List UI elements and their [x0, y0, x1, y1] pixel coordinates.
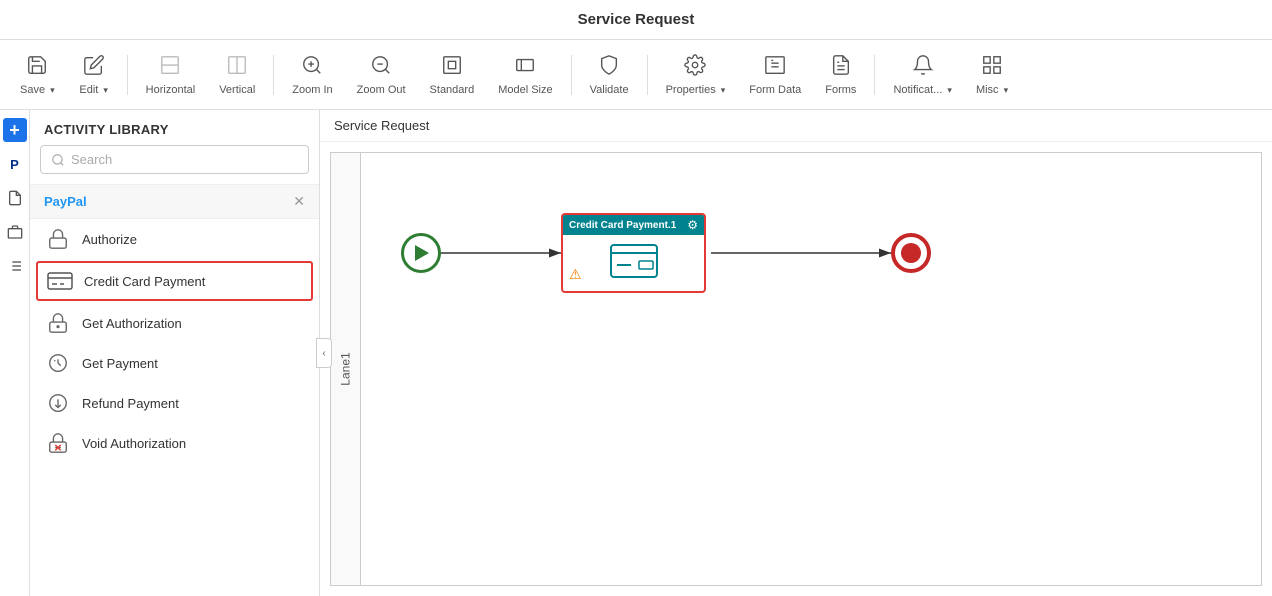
authorize-icon	[44, 228, 72, 250]
model-size-label: Model Size	[498, 84, 552, 96]
zoom-in-label: Zoom In	[292, 84, 332, 96]
forms-label: Forms	[825, 84, 856, 96]
void-authorization-icon	[44, 432, 72, 454]
credit-card-payment-label: Credit Card Payment	[84, 274, 205, 289]
authorize-label: Authorize	[82, 232, 137, 247]
flow-svg	[361, 153, 1261, 585]
task-node-credit-card-payment[interactable]: Credit Card Payment.1 ⚙	[561, 213, 706, 293]
lane: Lane1	[330, 152, 1262, 586]
canvas-area: Service Request Lane1	[320, 110, 1272, 596]
edit-icon	[83, 54, 105, 82]
sidebar-item-authorize[interactable]: Authorize	[30, 219, 319, 259]
model-size-icon	[514, 54, 536, 82]
sidebar-item-get-payment[interactable]: Get Payment	[30, 343, 319, 383]
misc-icon	[981, 54, 1003, 82]
start-event[interactable]	[401, 233, 441, 273]
canvas-title: Service Request	[320, 110, 1272, 142]
top-bar: Service Request	[0, 0, 1272, 40]
sidebar-section-paypal: PayPal ✕	[30, 184, 319, 219]
sidebar-close-button[interactable]: ✕	[293, 193, 305, 210]
vertical-icon	[226, 54, 248, 82]
get-authorization-label: Get Authorization	[82, 316, 182, 331]
horizontal-button[interactable]: Horizontal	[136, 50, 206, 100]
misc-label: Misc ▾	[976, 84, 1008, 96]
sidebar: Activity Library Search PayPal ✕ Authori…	[30, 110, 320, 596]
lane-label-text: Lane1	[339, 352, 353, 385]
standard-label: Standard	[430, 84, 475, 96]
void-authorization-label: Void Authorization	[82, 436, 186, 451]
credit-card-payment-icon	[46, 270, 74, 292]
notifications-button[interactable]: Notificat... ▾	[883, 50, 962, 100]
vertical-button[interactable]: Vertical	[209, 50, 265, 100]
standard-icon	[441, 54, 463, 82]
end-event-inner	[901, 243, 921, 263]
edit-label: Edit ▾	[79, 84, 108, 96]
end-event[interactable]	[891, 233, 931, 273]
main-layout: + P Activity Library Search PayPal ✕ Aut	[0, 110, 1272, 596]
page-title: Service Request	[578, 11, 695, 28]
iconbar-document[interactable]	[3, 186, 27, 210]
validate-button[interactable]: Validate	[580, 50, 639, 100]
validate-icon	[598, 54, 620, 82]
edit-button[interactable]: Edit ▾	[69, 50, 119, 100]
vertical-label: Vertical	[219, 84, 255, 96]
sidebar-item-refund-payment[interactable]: Refund Payment	[30, 383, 319, 423]
gear-icon[interactable]: ⚙	[687, 218, 698, 232]
standard-button[interactable]: Standard	[420, 50, 485, 100]
warning-icon: ⚠	[569, 266, 582, 283]
zoom-out-button[interactable]: Zoom Out	[347, 50, 416, 100]
notifications-icon	[912, 54, 934, 82]
properties-icon	[684, 54, 706, 82]
task-node-body: ⚠	[563, 235, 704, 287]
form-data-button[interactable]: Form Data	[739, 50, 811, 100]
icon-bar: + P	[0, 110, 30, 596]
get-payment-label: Get Payment	[82, 356, 158, 371]
zoom-in-icon	[301, 54, 323, 82]
horizontal-icon	[159, 54, 181, 82]
sidebar-item-get-authorization[interactable]: Get Authorization	[30, 303, 319, 343]
iconbar-add[interactable]: +	[3, 118, 27, 142]
refund-payment-label: Refund Payment	[82, 396, 179, 411]
zoom-out-icon	[370, 54, 392, 82]
form-data-label: Form Data	[749, 84, 801, 96]
sidebar-item-void-authorization[interactable]: Void Authorization	[30, 423, 319, 463]
task-card-icon	[609, 243, 659, 279]
iconbar-paypal[interactable]: P	[3, 152, 27, 176]
iconbar-id[interactable]	[3, 220, 27, 244]
horizontal-label: Horizontal	[146, 84, 196, 96]
sidebar-header: Activity Library	[30, 110, 319, 145]
save-icon	[26, 54, 48, 82]
notifications-label: Notificat... ▾	[893, 84, 952, 96]
properties-label: Properties ▾	[666, 84, 726, 96]
validate-label: Validate	[590, 84, 629, 96]
save-label: Save ▾	[20, 84, 55, 96]
start-event-inner	[415, 245, 429, 261]
search-placeholder: Search	[71, 152, 112, 167]
iconbar-list[interactable]	[3, 254, 27, 278]
lane-label: Lane1	[331, 153, 361, 585]
refund-payment-icon	[44, 392, 72, 414]
zoom-in-button[interactable]: Zoom In	[282, 50, 342, 100]
sidebar-item-credit-card-payment[interactable]: Credit Card Payment	[36, 261, 313, 301]
task-node-header: Credit Card Payment.1 ⚙	[563, 215, 704, 235]
sidebar-collapse-button[interactable]: ‹	[316, 338, 332, 368]
get-payment-icon	[44, 352, 72, 374]
get-authorization-icon	[44, 312, 72, 334]
sidebar-section-title: PayPal	[44, 194, 87, 209]
model-size-button[interactable]: Model Size	[488, 50, 562, 100]
save-button[interactable]: Save ▾	[10, 50, 65, 100]
task-node-title: Credit Card Payment.1	[569, 220, 676, 231]
misc-button[interactable]: Misc ▾	[966, 50, 1018, 100]
search-input[interactable]: Search	[40, 145, 309, 174]
form-data-icon	[764, 54, 786, 82]
toolbar: Save ▾ Edit ▾ Horizontal Vertical Zoom I…	[0, 40, 1272, 110]
zoom-out-label: Zoom Out	[357, 84, 406, 96]
forms-button[interactable]: Forms	[815, 50, 866, 100]
canvas-content[interactable]: Lane1	[320, 142, 1272, 596]
forms-icon	[830, 54, 852, 82]
properties-button[interactable]: Properties ▾	[656, 50, 736, 100]
lane-inner: Credit Card Payment.1 ⚙	[361, 153, 1261, 585]
